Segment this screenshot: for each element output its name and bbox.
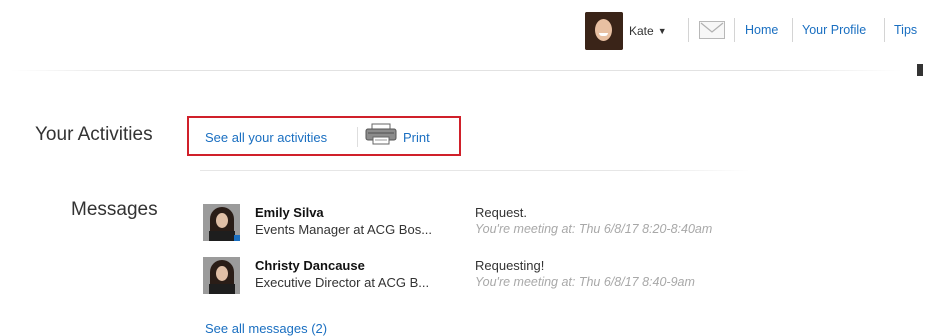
sender-role: Events Manager at ACG Bos... xyxy=(255,222,433,237)
mail-icon[interactable] xyxy=(699,21,725,39)
message-row[interactable]: Emily Silva Events Manager at ACG Bos...… xyxy=(203,202,783,244)
top-navigation-bar: Kate ▼ Home Your Profile Tips xyxy=(0,0,932,62)
nav-separator xyxy=(688,18,689,42)
nav-separator xyxy=(884,18,885,42)
message-subject[interactable]: Requesting! xyxy=(475,258,544,273)
nav-separator xyxy=(734,18,735,42)
sender-name[interactable]: Emily Silva xyxy=(255,205,324,220)
activities-title: Your Activities xyxy=(35,124,153,145)
see-all-messages-link[interactable]: See all messages (2) xyxy=(205,321,327,336)
message-snippet: You're meeting at: Thu 6/8/17 8:40-9am xyxy=(475,275,695,289)
message-snippet: You're meeting at: Thu 6/8/17 8:20-8:40a… xyxy=(475,222,713,236)
nav-link-home[interactable]: Home xyxy=(745,23,778,37)
print-link[interactable]: Print xyxy=(403,130,430,145)
sender-name[interactable]: Christy Dancause xyxy=(255,258,365,273)
nav-link-tips[interactable]: Tips xyxy=(894,23,917,37)
user-name[interactable]: Kate xyxy=(629,24,654,38)
message-subject[interactable]: Request. xyxy=(475,205,527,220)
header-divider xyxy=(10,70,902,71)
nav-separator xyxy=(792,18,793,42)
message-row[interactable]: Christy Dancause Executive Director at A… xyxy=(203,255,783,297)
section-divider xyxy=(200,170,750,171)
activity-separator xyxy=(357,127,358,147)
sender-avatar[interactable] xyxy=(203,257,240,294)
user-avatar[interactable] xyxy=(585,12,623,50)
scroll-indicator xyxy=(917,64,923,76)
messages-title: Messages xyxy=(71,199,158,220)
sender-avatar[interactable] xyxy=(203,204,240,241)
nav-link-your-profile[interactable]: Your Profile xyxy=(802,23,866,37)
sender-role: Executive Director at ACG B... xyxy=(255,275,430,290)
user-menu[interactable]: Kate ▼ xyxy=(585,12,667,50)
printer-icon[interactable] xyxy=(365,123,397,145)
caret-down-icon[interactable]: ▼ xyxy=(658,26,667,36)
see-all-activities-link[interactable]: See all your activities xyxy=(205,130,327,145)
